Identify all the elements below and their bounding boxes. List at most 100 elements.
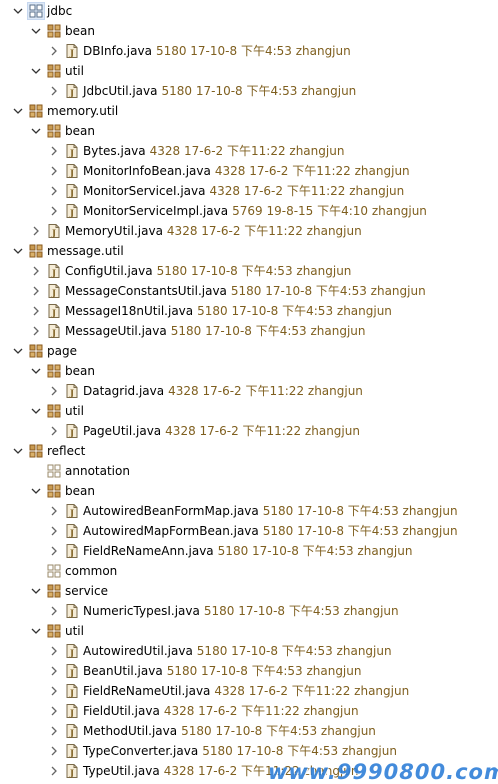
chevron-down-icon[interactable] — [30, 401, 42, 421]
tree-item-file[interactable]: J MonitorServiceImpl.java 5769 19-8-15 下午4… — [0, 201, 498, 221]
chevron-down-icon[interactable] — [30, 481, 42, 501]
tree-item-label: MessageConstantsUtil.java 5180 17-10-8 下午… — [65, 283, 426, 299]
chevron-right-icon[interactable] — [30, 281, 42, 301]
tree-item-file[interactable]: J Bytes.java 4328 17-6-2 下午11:22 zhangjun — [0, 141, 498, 161]
chevron-down-icon[interactable] — [30, 621, 42, 641]
tree-item-revision-info: 4328 17-6-2 下午11:22 zhangjun — [166, 224, 362, 238]
tree-item-file[interactable]: J MonitorServiceI.java 4328 17-6-2 下午11:22… — [0, 181, 498, 201]
chevron-right-icon[interactable] — [48, 381, 60, 401]
tree-item-file[interactable]: J Datagrid.java 4328 17-6-2 下午11:22 zhangj… — [0, 381, 498, 401]
chevron-right-icon[interactable] — [30, 301, 42, 321]
chevron-right-icon[interactable] — [48, 161, 60, 181]
chevron-right-icon[interactable] — [48, 541, 60, 561]
tree-item-package[interactable]: bean — [0, 121, 498, 141]
chevron-right-icon[interactable] — [48, 141, 60, 161]
tree-item-package[interactable]: util — [0, 621, 498, 641]
chevron-right-icon[interactable] — [30, 321, 42, 341]
chevron-right-icon[interactable] — [48, 641, 60, 661]
java-file-icon: J — [46, 283, 62, 299]
tree-item-file[interactable]: J BeanUtil.java 5180 17-10-8 下午4:53 zhangj… — [0, 661, 498, 681]
tree-item-name: util — [65, 404, 84, 418]
tree-item-file[interactable]: J MonitorInfoBean.java 4328 17-6-2 下午11:22… — [0, 161, 498, 181]
java-file-icon: J — [46, 263, 62, 279]
tree-item-file[interactable]: J TypeConverter.java 5180 17-10-8 下午4:53 z… — [0, 741, 498, 761]
tree-item-package[interactable]: bean — [0, 361, 498, 381]
tree-item-package[interactable]: message.util — [0, 241, 498, 261]
tree-item-name: annotation — [65, 464, 130, 478]
chevron-down-icon[interactable] — [12, 341, 24, 361]
chevron-down-icon[interactable] — [12, 1, 24, 21]
tree-item-file[interactable]: J AutowiredMapFormBean.java 5180 17-10-8 下… — [0, 521, 498, 541]
chevron-right-icon[interactable] — [48, 501, 60, 521]
chevron-right-icon[interactable] — [48, 601, 60, 621]
chevron-right-icon[interactable] — [30, 221, 42, 241]
svg-text:J: J — [51, 328, 56, 338]
tree-item-file[interactable]: J ConfigUtil.java 5180 17-10-8 下午4:53 zhan… — [0, 261, 498, 281]
chevron-down-icon[interactable] — [30, 121, 42, 141]
tree-item-file[interactable]: J AutowiredUtil.java 5180 17-10-8 下午4:53 z… — [0, 641, 498, 661]
chevron-right-icon[interactable] — [48, 721, 60, 741]
chevron-down-icon[interactable] — [12, 101, 24, 121]
tree-item-file[interactable]: J PageUtil.java 4328 17-6-2 下午11:22 zhangj… — [0, 421, 498, 441]
tree-item-file[interactable]: J NumericTypesI.java 5180 17-10-8 下午4:53 z… — [0, 601, 498, 621]
chevron-right-icon[interactable] — [48, 761, 60, 781]
tree-item-file[interactable]: J FieldReNameUtil.java 4328 17-6-2 下午11:22… — [0, 681, 498, 701]
tree-item-package[interactable]: util — [0, 61, 498, 81]
tree-item-file[interactable]: J FieldUtil.java 4328 17-6-2 下午11:22 zhang… — [0, 701, 498, 721]
chevron-down-icon[interactable] — [30, 581, 42, 601]
chevron-down-icon[interactable] — [30, 361, 42, 381]
tree-item-file[interactable]: J FieldReNameAnn.java 5180 17-10-8 下午4:53 … — [0, 541, 498, 561]
chevron-right-icon[interactable] — [48, 521, 60, 541]
tree-item-package[interactable]: util — [0, 401, 498, 421]
tree-item-file[interactable]: J MessageConstantsUtil.java 5180 17-10-8 下… — [0, 281, 498, 301]
chevron-right-icon[interactable] — [48, 681, 60, 701]
tree-item-package[interactable]: bean — [0, 481, 498, 501]
svg-text:J: J — [69, 688, 74, 698]
tree-item-package[interactable]: service — [0, 581, 498, 601]
tree-item-package[interactable]: page — [0, 341, 498, 361]
tree-item-file[interactable]: J AutowiredBeanFormMap.java 5180 17-10-8 下… — [0, 501, 498, 521]
chevron-right-icon[interactable] — [30, 261, 42, 281]
chevron-right-icon[interactable] — [48, 421, 60, 441]
tree-item-label: MonitorInfoBean.java 4328 17-6-2 下午11:22 … — [83, 163, 410, 179]
tree-item-package[interactable]: reflect — [0, 441, 498, 461]
tree-item-name: MessageI18nUtil.java — [65, 304, 194, 318]
tree-item-label: AutowiredUtil.java 5180 17-10-8 下午4:53 zh… — [83, 643, 392, 659]
chevron-right-icon[interactable] — [48, 81, 60, 101]
tree-item-file[interactable]: J MessageI18nUtil.java 5180 17-10-8 下午4:53… — [0, 301, 498, 321]
tree-item-label: message.util — [47, 243, 124, 259]
chevron-down-icon[interactable] — [12, 241, 24, 261]
chevron-down-icon[interactable] — [30, 61, 42, 81]
tree-item-label: MessageUtil.java 5180 17-10-8 下午4:53 zhan… — [65, 323, 366, 339]
tree-item-revision-info: 4328 17-6-2 下午11:22 zhangjun — [214, 164, 410, 178]
chevron-down-icon[interactable] — [12, 441, 24, 461]
tree-item-package[interactable]: jdbc — [0, 1, 498, 21]
tree-item-label: bean — [65, 363, 95, 379]
chevron-right-icon[interactable] — [48, 741, 60, 761]
tree-item-file[interactable]: J MemoryUtil.java 4328 17-6-2 下午11:22 zhan… — [0, 221, 498, 241]
tree-item-file[interactable]: J MethodUtil.java 5180 17-10-8 下午4:53 zhan… — [0, 721, 498, 741]
tree-item-name: PageUtil.java — [83, 424, 162, 438]
chevron-right-icon[interactable] — [48, 661, 60, 681]
tree-item-file[interactable]: J DBInfo.java 5180 17-10-8 下午4:53 zhangjun — [0, 41, 498, 61]
tree-item-package[interactable]: bean — [0, 21, 498, 41]
chevron-down-icon[interactable] — [30, 21, 42, 41]
tree-item-package[interactable]: common — [0, 561, 498, 581]
chevron-right-icon[interactable] — [48, 701, 60, 721]
tree-item-name: FieldReNameAnn.java — [83, 544, 214, 558]
tree-item-file[interactable]: J MessageUtil.java 5180 17-10-8 下午4:53 zha… — [0, 321, 498, 341]
tree-item-label: util — [65, 403, 84, 419]
tree-item-name: FieldReNameUtil.java — [83, 684, 211, 698]
chevron-right-icon[interactable] — [48, 181, 60, 201]
tree-item-package[interactable]: annotation — [0, 461, 498, 481]
tree-item-label: util — [65, 63, 84, 79]
tree-item-file[interactable]: J JdbcUtil.java 5180 17-10-8 下午4:53 zhangj… — [0, 81, 498, 101]
java-file-icon: J — [64, 423, 80, 439]
tree-item-name: TypeConverter.java — [83, 744, 199, 758]
tree-item-revision-info: 5180 17-10-8 下午4:53 zhangjun — [203, 604, 399, 618]
tree-item-package[interactable]: memory.util — [0, 101, 498, 121]
chevron-right-icon[interactable] — [48, 41, 60, 61]
tree-item-label: PageUtil.java 4328 17-6-2 下午11:22 zhangju… — [83, 423, 360, 439]
package-icon — [46, 363, 62, 379]
chevron-right-icon[interactable] — [48, 201, 60, 221]
